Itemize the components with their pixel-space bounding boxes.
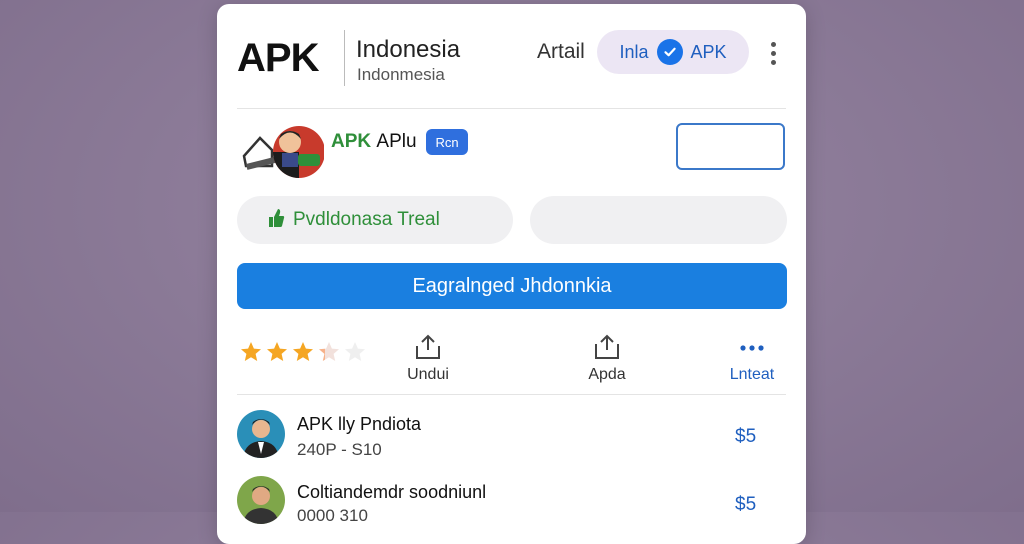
verified-check-icon bbox=[656, 39, 683, 65]
list-item-subtitle: 0000 310 bbox=[297, 506, 368, 525]
app-badge: Rcn bbox=[426, 129, 468, 155]
more-horizontal-icon bbox=[740, 345, 764, 351]
star-half-icon bbox=[319, 342, 339, 361]
action-share-label: Undui bbox=[407, 366, 449, 383]
star-icon bbox=[241, 342, 261, 361]
action-upload-label: Apda bbox=[588, 366, 626, 383]
chip-right-label: APK bbox=[690, 41, 727, 62]
list-item-price: $5 bbox=[735, 426, 757, 447]
more-vertical-icon[interactable] bbox=[769, 42, 777, 65]
list-item-title: APK lly Pndiota bbox=[297, 414, 422, 434]
star-icon bbox=[267, 342, 287, 361]
verified-chip[interactable]: Inla APK bbox=[597, 30, 749, 74]
share-icon bbox=[416, 334, 440, 359]
brand-subtitle: Indonmesia bbox=[357, 65, 445, 84]
action-upload[interactable]: Apda bbox=[567, 334, 647, 384]
action-more-label: Lnteat bbox=[729, 366, 775, 383]
list-item[interactable]: Coltiandemdr soodniunl 0000 310 $5 bbox=[237, 476, 786, 536]
star-icon bbox=[293, 342, 313, 361]
upload-icon bbox=[595, 334, 619, 359]
avatar bbox=[237, 410, 285, 458]
empty-field[interactable] bbox=[676, 123, 785, 170]
app-name: APK APlu bbox=[331, 131, 417, 152]
logo-divider bbox=[344, 30, 345, 86]
secondary-pill[interactable] bbox=[530, 196, 787, 244]
list-item-subtitle: 240P - S10 bbox=[297, 440, 382, 459]
star-empty-icon bbox=[345, 342, 365, 361]
thumbs-up-icon bbox=[267, 207, 285, 234]
list-item[interactable]: APK lly Pndiota 240P - S10 $5 bbox=[237, 406, 786, 466]
avatar bbox=[237, 476, 285, 524]
divider bbox=[237, 394, 786, 395]
logo: APK bbox=[237, 36, 319, 80]
feature-pill[interactable]: Pvdldonasa Treal bbox=[237, 196, 513, 244]
app-icon bbox=[242, 126, 324, 178]
list-item-price: $5 bbox=[735, 494, 757, 515]
divider bbox=[237, 108, 786, 109]
rating-stars bbox=[239, 340, 367, 364]
app-card: APK Indonesia Indonmesia Artail Inla APK… bbox=[217, 4, 806, 544]
list-item-title: Coltiandemdr soodniunl bbox=[297, 482, 487, 502]
brand-title: Indonesia bbox=[356, 36, 461, 63]
action-more[interactable]: Lnteat bbox=[712, 334, 792, 384]
primary-cta-button[interactable]: Eagralnged Jhdonnkia bbox=[237, 263, 787, 309]
chip-left-label: Inla bbox=[619, 41, 649, 62]
feature-pill-label: Pvdldonasa Treal bbox=[293, 209, 440, 230]
header-link[interactable]: Artail bbox=[537, 40, 585, 64]
header: APK Indonesia Indonmesia Artail Inla APK bbox=[217, 4, 806, 108]
action-share[interactable]: Undui bbox=[388, 334, 468, 384]
